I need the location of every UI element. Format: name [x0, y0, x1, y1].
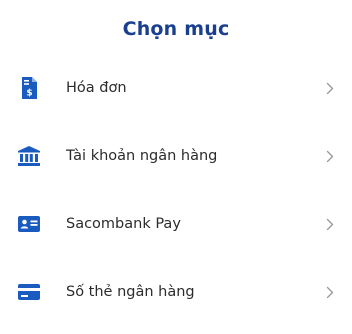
select-item-sheet: Chọn mục $ Hóa đơn Tài khoản ngân hàng S…: [0, 0, 352, 334]
option-label: Tài khoản ngân hàng: [66, 148, 218, 164]
id-card-icon: [18, 213, 40, 235]
option-sacombank-pay[interactable]: Sacombank Pay: [0, 190, 352, 258]
chevron-right-icon: [324, 81, 336, 95]
option-label: Hóa đơn: [66, 80, 127, 96]
bank-icon: [18, 145, 40, 167]
option-label: Sacombank Pay: [66, 216, 181, 232]
chevron-right-icon: [324, 149, 336, 163]
credit-card-icon: [18, 281, 40, 303]
sheet-title: Chọn mục: [122, 18, 230, 40]
option-bank-account[interactable]: Tài khoản ngân hàng: [0, 122, 352, 190]
chevron-right-icon: [324, 217, 336, 231]
svg-text:$: $: [26, 89, 32, 99]
invoice-icon: $: [18, 77, 40, 99]
option-label: Số thẻ ngân hàng: [66, 284, 195, 300]
option-list: $ Hóa đơn Tài khoản ngân hàng Sacombank …: [0, 54, 352, 326]
option-invoice[interactable]: $ Hóa đơn: [0, 54, 352, 122]
option-card-number[interactable]: Số thẻ ngân hàng: [0, 258, 352, 326]
chevron-right-icon: [324, 285, 336, 299]
